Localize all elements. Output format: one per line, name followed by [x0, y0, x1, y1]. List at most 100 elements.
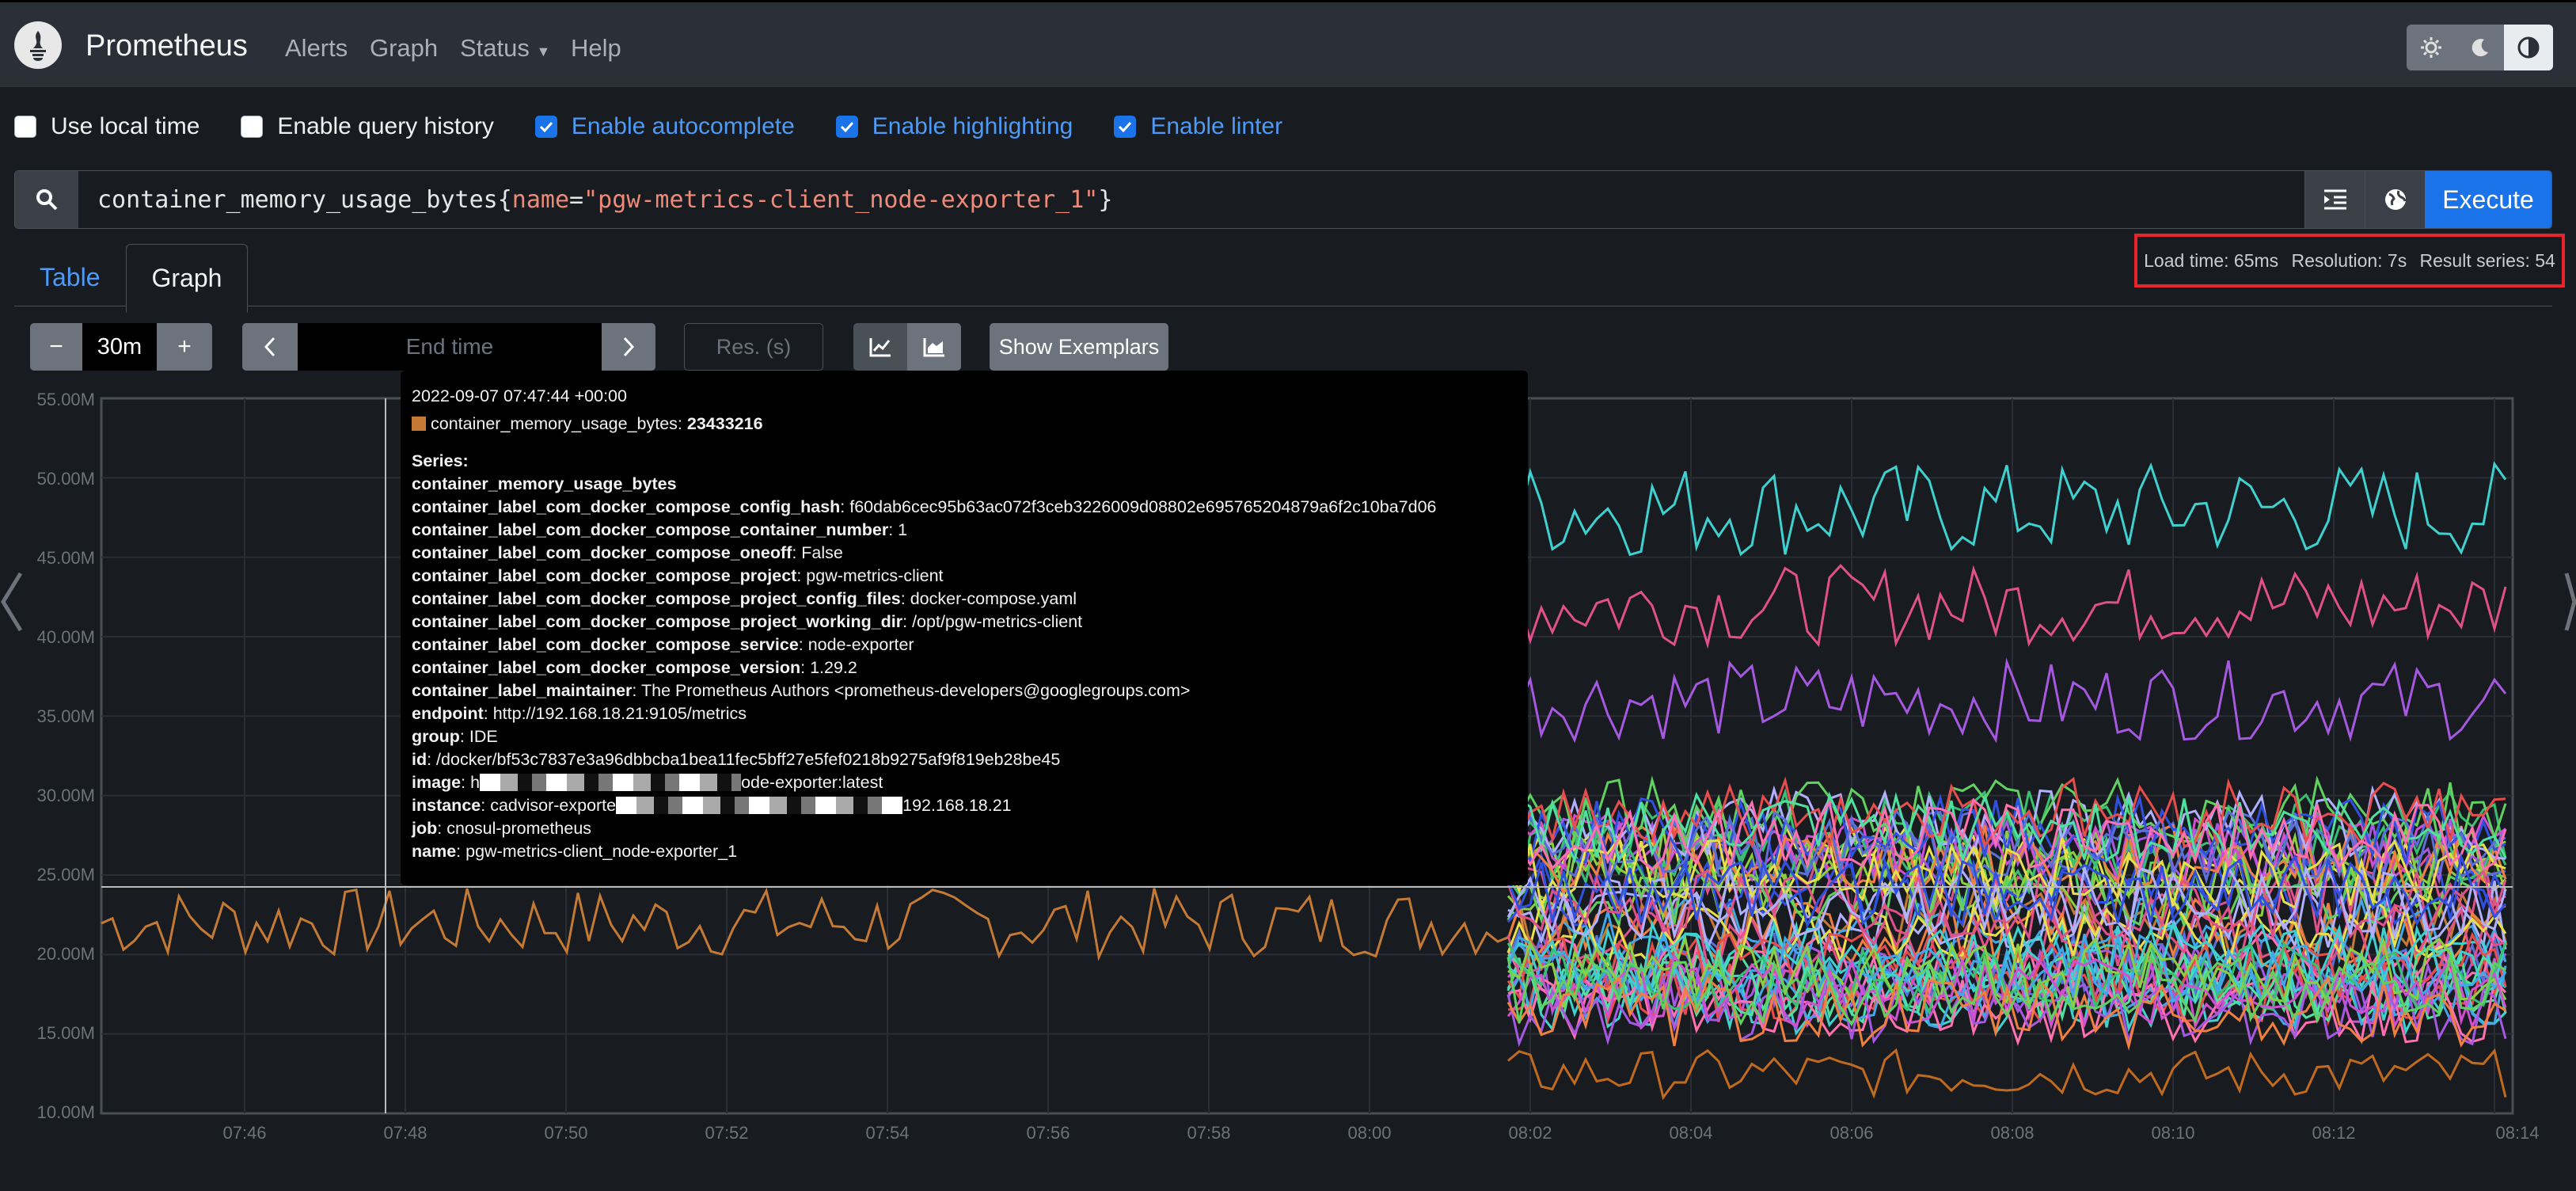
metrics-explorer-globe-icon[interactable] — [2365, 171, 2425, 228]
x-tick-label: 08:04 — [1669, 1123, 1713, 1143]
tooltip-label-row: id: /docker/bf53c7837e3a96dbbcba1bea11fe… — [412, 750, 1061, 769]
series-line — [1506, 855, 2506, 929]
chevron-left-icon[interactable] — [242, 323, 298, 371]
load-time: Load time: 65ms — [2144, 249, 2279, 271]
nav-help[interactable]: Help — [571, 34, 621, 63]
series-line — [1507, 847, 2506, 923]
tooltip-label-row: container_label_com_docker_compose_proje… — [412, 566, 944, 585]
tooltip-label-row: container_label_com_docker_compose_proje… — [412, 589, 1077, 608]
option-highlighting[interactable]: Enable highlighting — [835, 113, 1073, 140]
query-expression-input[interactable]: container_memory_usage_bytes{name = "pgw-m… — [78, 171, 2304, 228]
x-tick-label: 08:08 — [1990, 1123, 2035, 1143]
series-line — [1506, 931, 2507, 1006]
nav-status[interactable]: Status ▼ — [460, 34, 550, 63]
series-color-swatch — [412, 417, 426, 431]
tooltip-label-row: container_label_com_docker_compose_confi… — [412, 497, 1437, 516]
checkbox-checked-icon[interactable] — [1114, 116, 1137, 138]
x-tick-label: 08:00 — [1347, 1123, 1392, 1143]
series-line — [1506, 776, 2506, 850]
query-label-value: "pgw-metrics-client_node-exporter_1" — [583, 185, 1099, 214]
series-line — [1506, 657, 2507, 744]
series-line — [1507, 816, 2507, 887]
y-tick-label: 15.00M — [36, 1023, 95, 1043]
series-line — [1507, 775, 2507, 850]
query-brace: } — [1098, 185, 1113, 214]
nav-alerts[interactable]: Alerts — [285, 34, 348, 63]
series-line — [1506, 864, 2507, 942]
chevron-right-icon[interactable] — [2563, 570, 2576, 637]
show-exemplars-button[interactable]: Show Exemplars — [990, 323, 1168, 371]
series-line — [1506, 973, 2507, 1048]
chevron-left-icon[interactable] — [0, 570, 24, 637]
series-line — [1506, 810, 2506, 885]
series-line — [1506, 820, 2507, 896]
series-line — [1506, 904, 2506, 976]
end-time-input[interactable]: End time — [298, 323, 602, 371]
theme-toggle-group — [2407, 25, 2554, 70]
redacted-block — [480, 774, 742, 791]
x-tick-label: 07:54 — [865, 1123, 910, 1143]
x-tick-label: 07:56 — [1026, 1123, 1070, 1143]
chevron-right-icon[interactable] — [602, 323, 655, 371]
query-label-name: name — [511, 185, 570, 214]
series-line — [1507, 807, 2506, 881]
tooltip-label-job: job: cnosul-prometheus — [412, 819, 592, 838]
stacked-chart-icon[interactable] — [907, 323, 961, 371]
execute-button[interactable]: Execute — [2425, 171, 2551, 228]
y-tick-label: 35.00M — [36, 706, 95, 726]
series-line — [1506, 852, 2507, 930]
contrast-icon[interactable] — [2504, 25, 2554, 70]
y-tick-label: 10.00M — [36, 1102, 95, 1122]
series-line-highlighted — [101, 885, 2508, 961]
panel-tabs: Table Graph — [14, 244, 249, 313]
series-line — [1506, 920, 2507, 994]
series-line — [1506, 835, 2506, 911]
x-tick-label: 08:06 — [1829, 1123, 1874, 1143]
checkbox[interactable] — [14, 116, 36, 138]
y-tick-label: 30.00M — [36, 786, 95, 805]
checkbox[interactable] — [241, 116, 264, 138]
series-line — [1506, 850, 2507, 927]
checkbox-checked-icon[interactable] — [835, 116, 858, 138]
resolution-input[interactable]: Res. (s) — [684, 323, 823, 371]
range-input[interactable]: 30m — [82, 323, 157, 371]
series-line — [1507, 945, 2507, 1021]
series-line — [1507, 972, 2507, 1046]
option-linter[interactable]: Enable linter — [1114, 113, 1282, 140]
y-tick-label: 45.00M — [36, 548, 95, 568]
tooltip-label-row: endpoint: http://192.168.18.21:9105/metr… — [412, 704, 747, 723]
query-bar: container_memory_usage_bytes{name = "pgw-m… — [14, 170, 2552, 229]
option-local-time[interactable]: Use local time — [14, 113, 199, 140]
line-chart-icon[interactable] — [853, 323, 907, 371]
series-line — [1506, 797, 2507, 872]
prometheus-logo-icon[interactable] — [14, 21, 62, 69]
checkbox-checked-icon[interactable] — [534, 116, 557, 138]
increase-range-button[interactable]: + — [157, 323, 212, 371]
sun-icon[interactable] — [2407, 25, 2456, 70]
navbar: Prometheus Alerts Graph Status ▼ Help — [0, 0, 2576, 87]
series-line — [1507, 877, 2507, 953]
option-label: Enable highlighting — [872, 113, 1073, 139]
tab-graph[interactable]: Graph — [125, 244, 249, 313]
tooltip-label-row: container_label_com_docker_compose_proje… — [412, 612, 1083, 631]
option-query-history[interactable]: Enable query history — [241, 113, 494, 140]
series-line — [1507, 791, 2507, 864]
series-line — [1506, 787, 2507, 865]
moon-icon[interactable] — [2456, 25, 2505, 70]
tooltip-value-row: container_memory_usage_bytes: 23433216 — [412, 413, 1517, 436]
format-expression-icon[interactable] — [2304, 171, 2365, 228]
x-tick-label: 07:46 — [222, 1123, 267, 1143]
series-line — [1507, 823, 2507, 895]
series-line — [1506, 975, 2506, 1051]
nav-graph[interactable]: Graph — [370, 34, 438, 63]
tab-table[interactable]: Table — [14, 244, 126, 313]
option-autocomplete[interactable]: Enable autocomplete — [534, 113, 795, 140]
decrease-range-button[interactable]: − — [30, 323, 82, 371]
tooltip-label-row: group: IDE — [412, 727, 498, 746]
query-brace: { — [497, 185, 512, 214]
brand-title[interactable]: Prometheus — [85, 29, 248, 63]
x-tick-label: 08:14 — [2495, 1123, 2540, 1143]
tooltip-label-image: image: h ode-exporter:latest — [412, 773, 883, 792]
series-line — [1506, 942, 2507, 1017]
y-tick-label: 50.00M — [36, 469, 95, 489]
